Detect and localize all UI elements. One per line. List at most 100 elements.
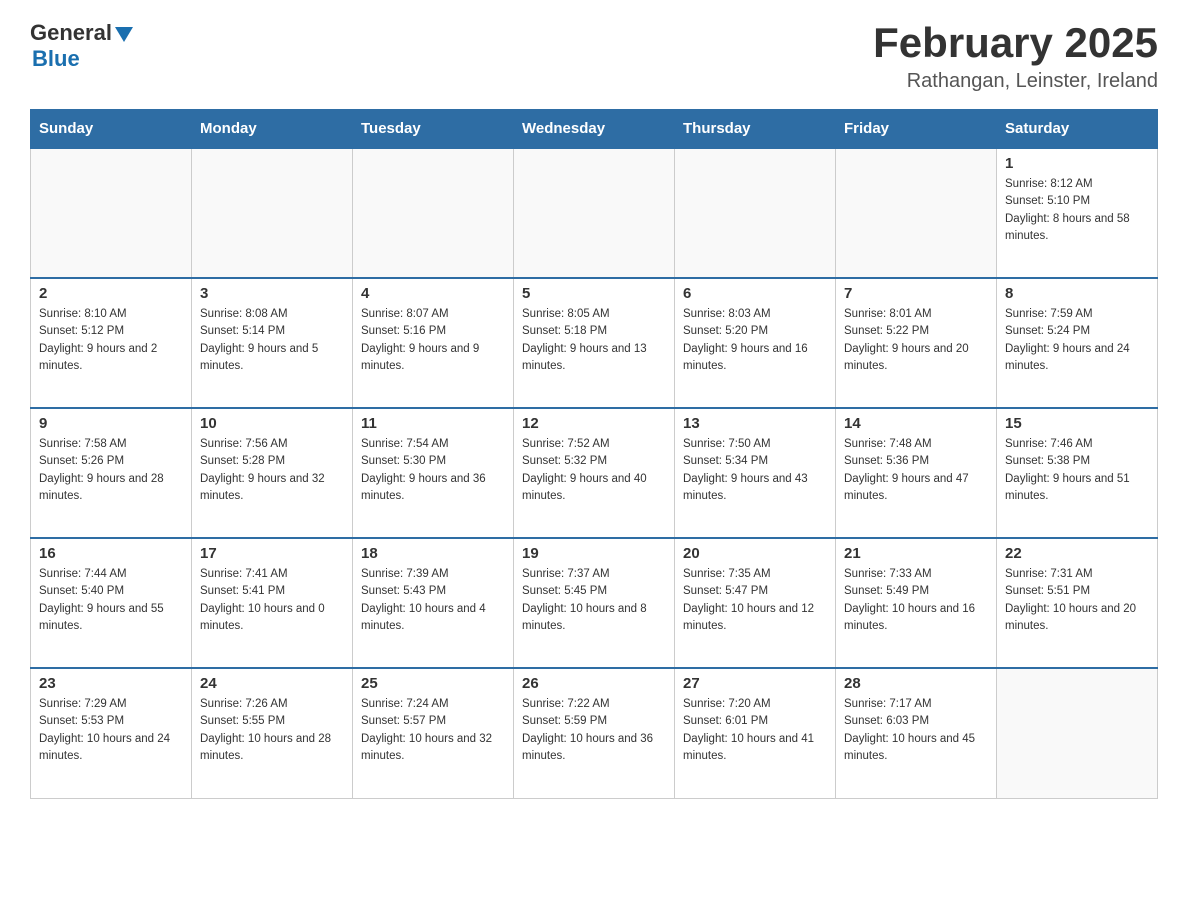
calendar-cell: 11Sunrise: 7:54 AMSunset: 5:30 PMDayligh…	[353, 408, 514, 538]
day-info: Sunrise: 7:44 AMSunset: 5:40 PMDaylight:…	[39, 566, 183, 635]
calendar-cell: 19 Sunrise: 7:37 AMSunset: 5:45 PMDayligh…	[514, 538, 675, 668]
week-row-1: 1 Sunrise: 8:12 AMSunset: 5:10 PMDaylight…	[31, 148, 1158, 278]
day-number: 26	[522, 675, 666, 692]
calendar-cell: 22 Sunrise: 7:31 AMSunset: 5:51 PMDayligh…	[997, 538, 1158, 668]
title-block: February 2025 Rathangan, Leinster, Irela…	[873, 20, 1158, 93]
column-header-monday: Monday	[192, 110, 353, 149]
day-info: Sunrise: 8:08 AMSunset: 5:14 PMDaylight:…	[200, 306, 344, 375]
day-info: Sunrise: 7:41 AMSunset: 5:41 PMDaylight:…	[200, 566, 344, 635]
calendar-cell	[836, 148, 997, 278]
day-info: Sunrise: 7:33 AMSunset: 5:49 PMDaylight:…	[844, 566, 988, 635]
day-info: Sunrise: 7:17 AMSunset: 6:03 PMDaylight:…	[844, 696, 988, 765]
day-info: Sunrise: 8:05 AMSunset: 5:18 PMDaylight:…	[522, 306, 666, 375]
day-number: 18	[361, 545, 505, 562]
calendar-cell: 10 Sunrise: 7:56 AMSunset: 5:28 PMDayligh…	[192, 408, 353, 538]
day-number: 21	[844, 545, 988, 562]
day-number: 25	[361, 675, 505, 692]
calendar-cell: 18Sunrise: 7:39 AMSunset: 5:43 PMDayligh…	[353, 538, 514, 668]
column-header-sunday: Sunday	[31, 110, 192, 149]
day-info: Sunrise: 7:31 AMSunset: 5:51 PMDaylight:…	[1005, 566, 1149, 635]
calendar-cell: 7Sunrise: 8:01 AMSunset: 5:22 PMDaylight…	[836, 278, 997, 408]
logo-general-text: General	[30, 20, 112, 46]
calendar-cell: 27 Sunrise: 7:20 AMSunset: 6:01 PMDayligh…	[675, 668, 836, 798]
week-row-3: 9Sunrise: 7:58 AMSunset: 5:26 PMDaylight…	[31, 408, 1158, 538]
calendar-cell: 6Sunrise: 8:03 AMSunset: 5:20 PMDaylight…	[675, 278, 836, 408]
day-info: Sunrise: 7:54 AMSunset: 5:30 PMDaylight:…	[361, 436, 505, 505]
calendar-cell: 3 Sunrise: 8:08 AMSunset: 5:14 PMDaylight…	[192, 278, 353, 408]
day-info: Sunrise: 7:24 AMSunset: 5:57 PMDaylight:…	[361, 696, 505, 765]
day-number: 28	[844, 675, 988, 692]
day-info: Sunrise: 8:07 AMSunset: 5:16 PMDaylight:…	[361, 306, 505, 375]
day-number: 19	[522, 545, 666, 562]
calendar-cell: 9Sunrise: 7:58 AMSunset: 5:26 PMDaylight…	[31, 408, 192, 538]
day-number: 2	[39, 285, 183, 302]
day-info: Sunrise: 7:35 AMSunset: 5:47 PMDaylight:…	[683, 566, 827, 635]
calendar-table: SundayMondayTuesdayWednesdayThursdayFrid…	[30, 109, 1158, 799]
day-number: 16	[39, 545, 183, 562]
column-header-saturday: Saturday	[997, 110, 1158, 149]
day-number: 10	[200, 415, 344, 432]
day-number: 13	[683, 415, 827, 432]
day-number: 20	[683, 545, 827, 562]
day-info: Sunrise: 7:29 AMSunset: 5:53 PMDaylight:…	[39, 696, 183, 765]
day-info: Sunrise: 7:50 AMSunset: 5:34 PMDaylight:…	[683, 436, 827, 505]
day-info: Sunrise: 7:20 AMSunset: 6:01 PMDaylight:…	[683, 696, 827, 765]
calendar-cell	[31, 148, 192, 278]
calendar-cell: 5 Sunrise: 8:05 AMSunset: 5:18 PMDaylight…	[514, 278, 675, 408]
day-info: Sunrise: 7:26 AMSunset: 5:55 PMDaylight:…	[200, 696, 344, 765]
day-info: Sunrise: 8:01 AMSunset: 5:22 PMDaylight:…	[844, 306, 988, 375]
calendar-cell: 28 Sunrise: 7:17 AMSunset: 6:03 PMDayligh…	[836, 668, 997, 798]
calendar-cell: 21 Sunrise: 7:33 AMSunset: 5:49 PMDayligh…	[836, 538, 997, 668]
day-number: 27	[683, 675, 827, 692]
day-number: 1	[1005, 155, 1149, 172]
calendar-cell: 24 Sunrise: 7:26 AMSunset: 5:55 PMDayligh…	[192, 668, 353, 798]
column-header-thursday: Thursday	[675, 110, 836, 149]
calendar-cell	[514, 148, 675, 278]
calendar-cell: 26Sunrise: 7:22 AMSunset: 5:59 PMDayligh…	[514, 668, 675, 798]
week-row-5: 23 Sunrise: 7:29 AMSunset: 5:53 PMDayligh…	[31, 668, 1158, 798]
day-number: 17	[200, 545, 344, 562]
day-info: Sunrise: 7:46 AMSunset: 5:38 PMDaylight:…	[1005, 436, 1149, 505]
calendar-cell: 16 Sunrise: 7:44 AMSunset: 5:40 PMDayligh…	[31, 538, 192, 668]
calendar-cell: 20 Sunrise: 7:35 AMSunset: 5:47 PMDayligh…	[675, 538, 836, 668]
calendar-cell: 23 Sunrise: 7:29 AMSunset: 5:53 PMDayligh…	[31, 668, 192, 798]
column-header-wednesday: Wednesday	[514, 110, 675, 149]
calendar-cell: 12 Sunrise: 7:52 AMSunset: 5:32 PMDayligh…	[514, 408, 675, 538]
logo-triangle-icon	[115, 27, 133, 42]
location-title: Rathangan, Leinster, Ireland	[873, 70, 1158, 93]
day-number: 4	[361, 285, 505, 302]
day-info: Sunrise: 7:37 AMSunset: 5:45 PMDaylight:…	[522, 566, 666, 635]
logo-blue-text: Blue	[32, 46, 80, 72]
column-header-tuesday: Tuesday	[353, 110, 514, 149]
calendar-cell: 17 Sunrise: 7:41 AMSunset: 5:41 PMDayligh…	[192, 538, 353, 668]
calendar-cell: 2 Sunrise: 8:10 AMSunset: 5:12 PMDaylight…	[31, 278, 192, 408]
day-number: 15	[1005, 415, 1149, 432]
logo-line1: General	[30, 20, 133, 46]
day-info: Sunrise: 7:48 AMSunset: 5:36 PMDaylight:…	[844, 436, 988, 505]
day-info: Sunrise: 7:59 AMSunset: 5:24 PMDaylight:…	[1005, 306, 1149, 375]
day-number: 23	[39, 675, 183, 692]
day-info: Sunrise: 8:10 AMSunset: 5:12 PMDaylight:…	[39, 306, 183, 375]
day-number: 3	[200, 285, 344, 302]
week-row-2: 2 Sunrise: 8:10 AMSunset: 5:12 PMDaylight…	[31, 278, 1158, 408]
day-number: 8	[1005, 285, 1149, 302]
day-number: 5	[522, 285, 666, 302]
calendar-cell	[353, 148, 514, 278]
calendar-cell: 25 Sunrise: 7:24 AMSunset: 5:57 PMDayligh…	[353, 668, 514, 798]
day-number: 24	[200, 675, 344, 692]
calendar-cell: 15 Sunrise: 7:46 AMSunset: 5:38 PMDayligh…	[997, 408, 1158, 538]
calendar-cell	[192, 148, 353, 278]
month-title: February 2025	[873, 20, 1158, 66]
day-info: Sunrise: 7:52 AMSunset: 5:32 PMDaylight:…	[522, 436, 666, 505]
day-info: Sunrise: 7:58 AMSunset: 5:26 PMDaylight:…	[39, 436, 183, 505]
day-info: Sunrise: 8:12 AMSunset: 5:10 PMDaylight:…	[1005, 176, 1149, 245]
calendar-cell	[997, 668, 1158, 798]
day-number: 14	[844, 415, 988, 432]
calendar-cell: 14 Sunrise: 7:48 AMSunset: 5:36 PMDayligh…	[836, 408, 997, 538]
calendar-cell: 1 Sunrise: 8:12 AMSunset: 5:10 PMDaylight…	[997, 148, 1158, 278]
week-row-4: 16 Sunrise: 7:44 AMSunset: 5:40 PMDayligh…	[31, 538, 1158, 668]
day-info: Sunrise: 7:56 AMSunset: 5:28 PMDaylight:…	[200, 436, 344, 505]
day-number: 22	[1005, 545, 1149, 562]
day-number: 12	[522, 415, 666, 432]
calendar-cell: 8 Sunrise: 7:59 AMSunset: 5:24 PMDaylight…	[997, 278, 1158, 408]
